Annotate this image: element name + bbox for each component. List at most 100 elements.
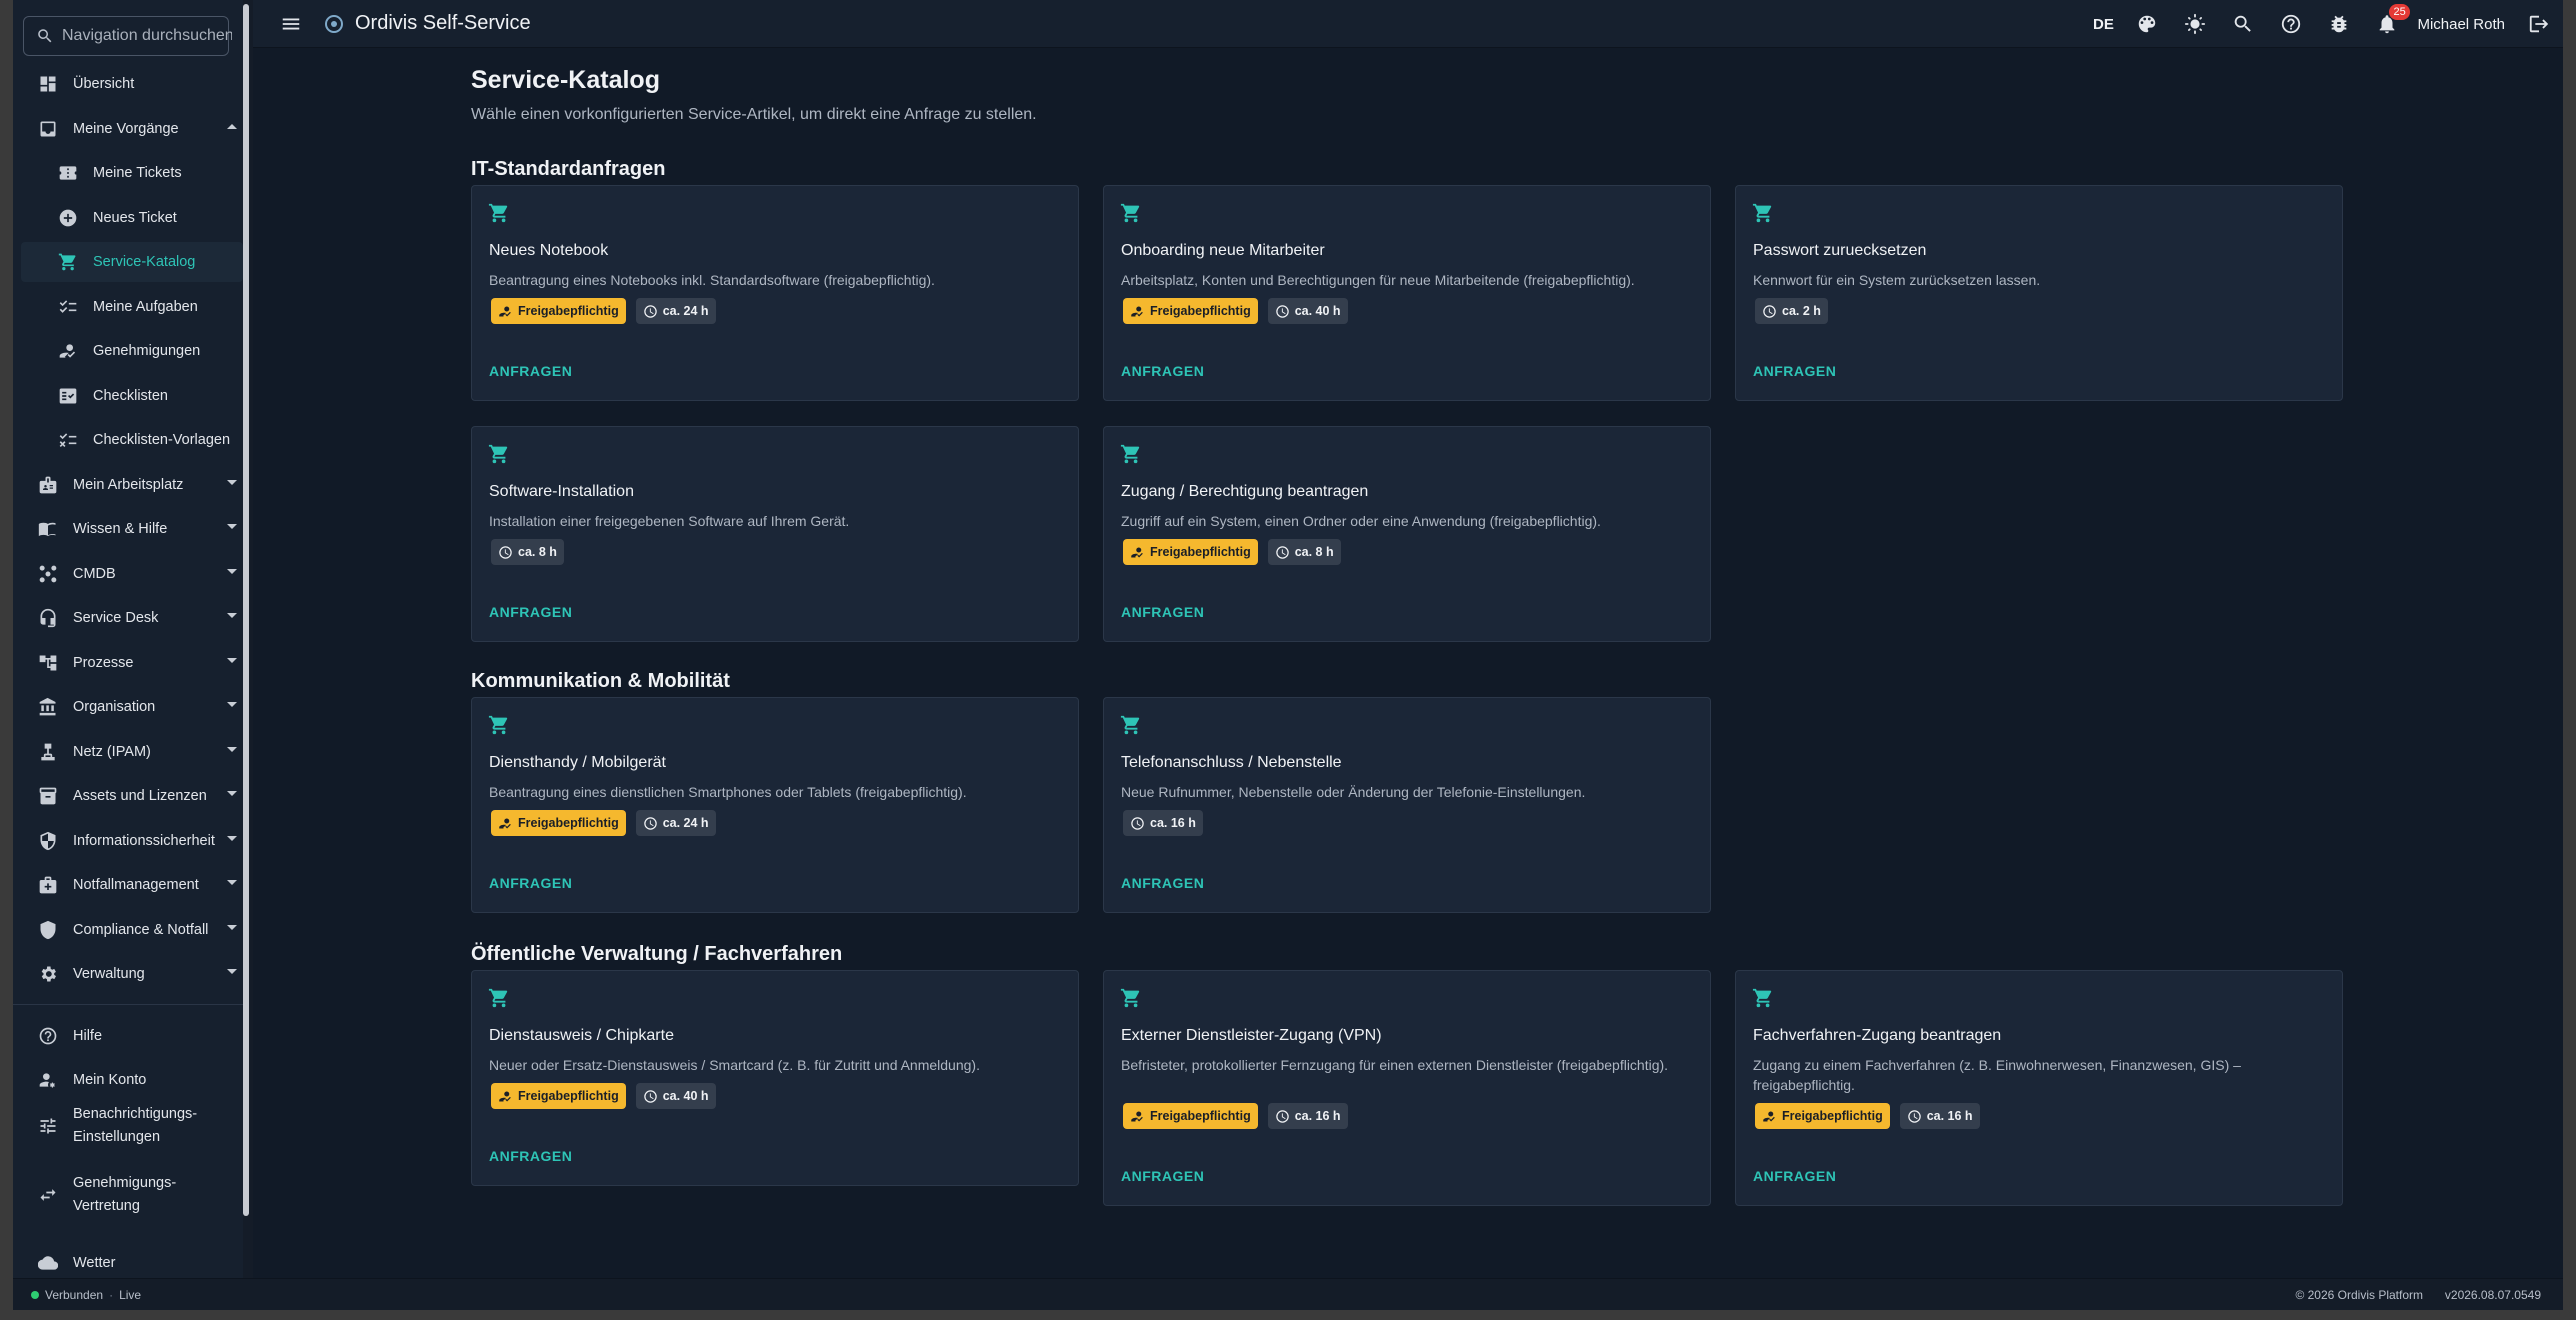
sidebar-item-netz-ipam[interactable]: Netz (IPAM) [21,732,243,772]
service-card[interactable]: Passwort zuruecksetzen Kennwort für ein S… [1735,185,2343,401]
sidebar-item-genehmigungen[interactable]: Genehmigungen [21,331,243,371]
service-card[interactable]: Externer Dienstleister-Zugang (VPN) Befri… [1103,970,1711,1206]
sidebar-item-hilfe[interactable]: Hilfe [21,1016,243,1056]
sidebar-item-compliance-notfall[interactable]: Compliance & Notfall [21,910,243,950]
fact-check-icon [57,385,79,407]
duration-chip: ca. 40 h [635,1083,716,1109]
service-description: Befristeter, protokollierter Fernzugang … [1121,1057,1669,1073]
light-mode-button[interactable] [2171,0,2219,48]
notifications-button[interactable]: 25 [2363,0,2411,48]
global-search-button[interactable] [2219,0,2267,48]
cart-icon [1120,202,1142,224]
duration-chip-label: ca. 40 h [1294,304,1341,318]
request-button[interactable]: ANFRAGEN [1121,363,1204,379]
sidebar-item-checklisten[interactable]: Checklisten [21,376,243,416]
user-name[interactable]: Michael Roth [2417,16,2505,33]
sidebar-item-label: Übersicht [73,76,135,92]
language-switch[interactable]: DE [2083,16,2123,33]
service-card[interactable]: Diensthandy / Mobilgerät Beantragung eine… [471,697,1079,913]
add-circle-icon [57,207,79,229]
sidebar-item-label: Meine Tickets [93,165,182,181]
request-button[interactable]: ANFRAGEN [489,604,572,620]
sidebar-item-label: Genehmigungen [93,343,201,359]
sidebar-item-informationssicherheit[interactable]: Informationssicherheit [21,821,243,861]
service-card[interactable]: Neues Notebook Beantragung eines Notebook… [471,185,1079,401]
sidebar-item-label: Service Desk [73,610,159,626]
duration-chip-label: ca. 16 h [1926,1109,1973,1123]
clock-icon [643,304,663,319]
service-chips: Freigabepflichtig ca. 24 h [491,298,716,324]
sidebar-item-meine-aufgaben[interactable]: Meine Aufgaben [21,287,243,327]
cart-icon [1752,202,1774,224]
cart-icon [488,443,510,465]
menu-toggle-button[interactable] [267,0,315,48]
service-card[interactable]: Onboarding neue Mitarbeiter Arbeitsplatz,… [1103,185,1711,401]
approval-icon [57,340,79,362]
sidebar-item-prozesse[interactable]: Prozesse [21,643,243,683]
sidebar-item-meine-vorgaenge[interactable]: Meine Vorgänge [21,109,243,149]
connection-status-text: Verbunden [45,1288,104,1302]
sidebar-item-label: Checklisten-Vorlagen [93,432,231,448]
sidebar-item-wetter[interactable]: Wetter [21,1243,243,1278]
approval-chip-label: Freigabepflichtig [1150,545,1251,559]
dashboard-icon [37,73,59,95]
service-chips: Freigabepflichtig ca. 16 h [1755,1103,1980,1129]
service-description: Zugriff auf ein System, einen Ordner ode… [1121,513,1601,529]
cart-icon [1120,987,1142,1009]
service-card[interactable]: Dienstausweis / Chipkarte Neuer oder Ersa… [471,970,1079,1186]
chevron-down-icon [227,969,237,974]
sidebar-item-genehmigungs-vertretung[interactable]: Genehmigungs- Vertretung [21,1167,243,1223]
approval-chip-label: Freigabepflichtig [1782,1109,1883,1123]
sidebar-scrollbar-thumb[interactable] [243,4,249,1216]
sidebar-item-benachrichtigungs-einstellungen[interactable]: Benachrichtigungs- Einstellungen [21,1098,243,1154]
sidebar-item-uebersicht[interactable]: Übersicht [21,64,243,104]
nav-search[interactable] [23,16,232,56]
service-card[interactable]: Telefonanschluss / Nebenstelle Neue Rufnu… [1103,697,1711,913]
security-icon [37,830,59,852]
nav-search-input[interactable] [62,27,232,45]
chevron-down-icon [227,702,237,707]
sidebar-item-meine-tickets[interactable]: Meine Tickets [21,153,243,193]
sidebar-item-notfallmanagement[interactable]: Notfallmanagement [21,865,243,905]
chevron-down-icon [227,524,237,529]
sidebar-item-cmdb[interactable]: CMDB [21,554,243,594]
theme-palette-button[interactable] [2123,0,2171,48]
sidebar-item-mein-konto[interactable]: Mein Konto [21,1060,243,1100]
request-button[interactable]: ANFRAGEN [489,875,572,891]
cloud-icon [37,1252,59,1274]
notification-count-badge: 25 [2389,4,2410,20]
request-button[interactable]: ANFRAGEN [1121,875,1204,891]
sidebar-item-service-katalog[interactable]: Service-Katalog [21,242,243,282]
duration-chip-label: ca. 16 h [1294,1109,1341,1123]
service-card[interactable]: Zugang / Berechtigung beantragen Zugriff … [1103,426,1711,642]
sidebar-item-checklisten-vorlagen[interactable]: Checklisten-Vorlagen [21,420,243,460]
approval-icon [1130,304,1150,319]
main-content: Service-Katalog Wähle einen vorkonfiguri… [253,48,2563,1278]
bug-report-button[interactable] [2315,0,2363,48]
request-button[interactable]: ANFRAGEN [1121,1168,1204,1184]
help-button[interactable] [2267,0,2315,48]
sidebar-item-neues-ticket[interactable]: Neues Ticket [21,198,243,238]
logout-button[interactable] [2515,0,2563,48]
request-button[interactable]: ANFRAGEN [1753,1168,1836,1184]
sidebar-item-wissen-hilfe[interactable]: Wissen & Hilfe [21,509,243,549]
service-card[interactable]: Fachverfahren-Zugang beantragen Zugang zu… [1735,970,2343,1206]
hub-icon [37,563,59,585]
request-button[interactable]: ANFRAGEN [489,1148,572,1164]
service-card[interactable]: Software-Installation Installation einer … [471,426,1079,642]
sidebar-item-verwaltung[interactable]: Verwaltung [21,954,243,994]
clock-icon [1762,304,1782,319]
request-button[interactable]: ANFRAGEN [1753,363,1836,379]
sidebar-item-service-desk[interactable]: Service Desk [21,598,243,638]
request-button[interactable]: ANFRAGEN [1121,604,1204,620]
request-button[interactable]: ANFRAGEN [489,363,572,379]
sidebar-item-assets-lizenzen[interactable]: Assets und Lizenzen [21,776,243,816]
sidebar-item-mein-arbeitsplatz[interactable]: Mein Arbeitsplatz [21,465,243,505]
settings-icon [37,963,59,985]
clock-icon [1275,1109,1295,1124]
search-icon [2235,15,2252,32]
approval-chip-label: Freigabepflichtig [1150,1109,1251,1123]
chevron-down-icon [227,613,237,618]
sidebar-item-organisation[interactable]: Organisation [21,687,243,727]
service-description: Beantragung eines Notebooks inkl. Standa… [489,272,935,288]
